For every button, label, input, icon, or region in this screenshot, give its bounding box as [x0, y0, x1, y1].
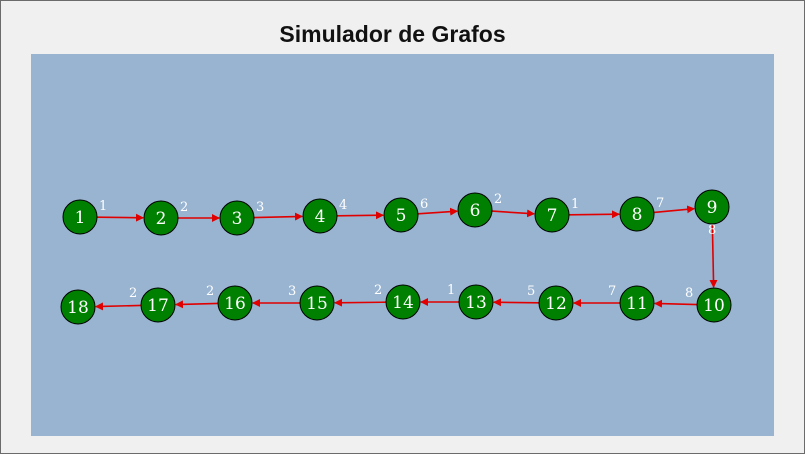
edge-12-13[interactable]: [492, 298, 540, 307]
node-label: 9: [707, 198, 718, 218]
node-label: 14: [392, 293, 414, 313]
edge-weight-label: 2: [129, 286, 137, 301]
node-label: 11: [626, 294, 648, 314]
graph-node-11[interactable]: 11: [619, 285, 655, 321]
graph-node-5[interactable]: 5: [383, 197, 419, 233]
graph-node-17[interactable]: 17: [140, 287, 176, 323]
graph-node-18[interactable]: 18: [60, 289, 96, 325]
graph-node-1[interactable]: 1: [62, 199, 98, 235]
graph-node-12[interactable]: 12: [538, 285, 574, 321]
edge-weight-label: 1: [99, 199, 107, 214]
edge-weight-label: 7: [656, 196, 664, 211]
graph-drawing[interactable]: 1 2 3 4 6 2 1 7887512322 1 2 3 4 5 6 7 8 91011121314151…: [31, 54, 774, 436]
edge-weight-label: 6: [420, 197, 428, 212]
edge-3-4[interactable]: [253, 212, 304, 221]
graph-node-8[interactable]: 8: [619, 196, 655, 232]
edge-weight-label: 8: [685, 286, 693, 301]
edge-4-5[interactable]: [336, 211, 385, 220]
graph-node-2[interactable]: 2: [143, 200, 179, 236]
graph-canvas[interactable]: 12346217887512322 1 2 3 4 5 6 7 8 9 10 11 12 13 14 15 1…: [31, 54, 774, 436]
node-label: 18: [67, 298, 89, 318]
node-label: 2: [156, 209, 167, 229]
edge-weight-label: 7: [608, 284, 616, 299]
graph-node-3[interactable]: 3: [219, 200, 255, 236]
nodes-layer: 1 2 3 4 5 6 7 8 9101112131415161718: [60, 189, 732, 325]
edge-1-2[interactable]: [96, 213, 145, 222]
node-label: 6: [470, 201, 481, 221]
edge-7-8[interactable]: [568, 210, 621, 219]
node-label: 7: [547, 206, 558, 226]
graph-node-16[interactable]: 16: [217, 285, 253, 321]
node-label: 15: [306, 294, 328, 314]
edge-weight-label: 3: [288, 284, 296, 299]
edge-weight-label: 1: [571, 197, 579, 212]
node-label: 17: [147, 296, 169, 316]
node-label: 10: [703, 296, 725, 316]
edge-weight-label: 5: [527, 284, 535, 299]
graph-node-13[interactable]: 13: [458, 284, 494, 320]
graph-node-9[interactable]: 9: [694, 189, 730, 225]
edge-6-7[interactable]: [491, 209, 536, 218]
edge-17-18[interactable]: [94, 302, 142, 311]
graph-node-10[interactable]: 10: [696, 287, 732, 323]
edge-weight-label: 8: [708, 223, 716, 238]
edge-weight-label: 2: [180, 200, 188, 215]
edge-weight-label: 4: [339, 198, 347, 213]
node-label: 5: [396, 206, 407, 226]
node-label: 13: [465, 293, 487, 313]
edge-14-15[interactable]: [333, 298, 387, 307]
graph-node-14[interactable]: 14: [385, 284, 421, 320]
node-label: 1: [75, 208, 86, 228]
window-title: Simulador de Grafos: [279, 21, 506, 47]
edge-weight-label: 3: [256, 200, 264, 215]
edge-16-17[interactable]: [174, 300, 219, 309]
edge-weight-label: 1: [447, 283, 455, 298]
node-label: 16: [224, 294, 246, 314]
edge-weight-label: 2: [206, 284, 214, 299]
app-window: Simulador de Grafos 12346217887512322 12…: [0, 0, 805, 454]
node-label: 3: [232, 209, 243, 229]
graph-node-6[interactable]: 6: [457, 192, 493, 228]
edge-10-11[interactable]: [653, 299, 698, 308]
graph-node-15[interactable]: 15: [299, 285, 335, 321]
edge-weight-label: 2: [494, 192, 502, 207]
node-label: 4: [315, 207, 326, 227]
node-label: 12: [545, 294, 567, 314]
edge-weight-label: 2: [374, 283, 382, 298]
node-label: 8: [632, 205, 643, 225]
graph-node-7[interactable]: 7: [534, 197, 570, 233]
graph-node-4[interactable]: 4: [302, 198, 338, 234]
